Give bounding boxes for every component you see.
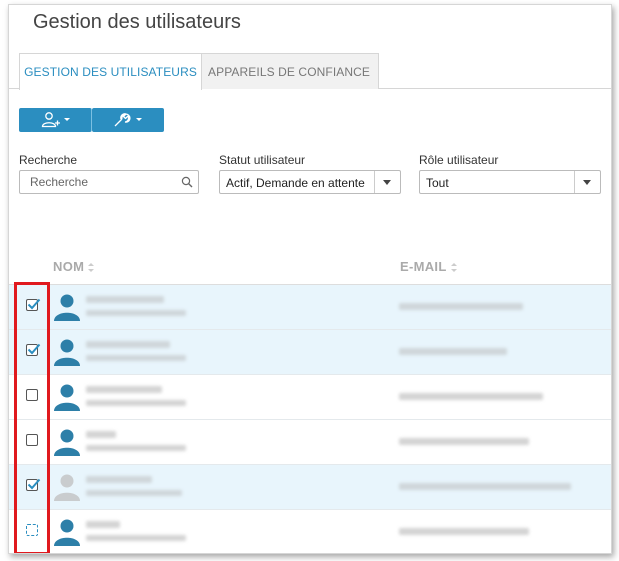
user-name-redacted [86, 296, 164, 303]
tab-trusted-devices[interactable]: APPAREILS DE CONFIANCE [200, 53, 379, 89]
status-filter-value: Actif, Demande en attente [226, 176, 365, 190]
row-select-checkbox[interactable] [26, 524, 38, 536]
role-filter-select[interactable]: Tout [419, 170, 601, 194]
sort-icon [88, 262, 95, 273]
search-input[interactable] [30, 174, 175, 190]
avatar [52, 516, 82, 546]
table-row[interactable] [9, 285, 611, 330]
user-email-redacted [399, 483, 571, 490]
table-row[interactable] [9, 375, 611, 420]
user-email-redacted [399, 303, 523, 310]
user-subtitle-redacted [86, 445, 186, 451]
user-avatar-icon [54, 429, 80, 456]
search-icon[interactable] [181, 176, 193, 188]
user-name-redacted [86, 476, 152, 483]
role-filter-value: Tout [426, 176, 449, 190]
user-avatar-icon [54, 474, 80, 501]
user-subtitle-redacted [86, 490, 182, 496]
chevron-down-icon [383, 180, 391, 185]
row-select-checkbox[interactable] [26, 434, 38, 446]
row-select-checkbox[interactable] [26, 389, 38, 401]
user-name-redacted [86, 431, 116, 438]
add-user-button[interactable] [19, 108, 92, 132]
table-row[interactable] [9, 420, 611, 465]
settings-button[interactable] [92, 108, 164, 132]
avatar [52, 336, 82, 366]
sort-icon [450, 262, 457, 273]
role-filter-label: Rôle utilisateur [419, 153, 499, 167]
search-label: Recherche [19, 153, 78, 167]
user-email-redacted [399, 348, 507, 355]
avatar [52, 426, 82, 456]
avatar [52, 291, 82, 321]
user-name-redacted [86, 521, 120, 528]
table-row[interactable] [9, 465, 611, 510]
user-subtitle-redacted [86, 535, 186, 541]
tab-bar: GESTION DES UTILISATEURS APPAREILS DE CO… [19, 53, 611, 90]
column-header-email-label: E-MAIL [400, 259, 447, 274]
table-row[interactable] [9, 510, 611, 553]
page-title: Gestion des utilisateurs [33, 11, 241, 33]
user-name-redacted [86, 386, 162, 393]
role-dropdown-toggle[interactable] [574, 171, 600, 193]
checkmark-icon [27, 298, 41, 310]
chevron-down-icon [583, 180, 591, 185]
avatar [52, 471, 82, 501]
table-row[interactable] [9, 330, 611, 375]
tab-user-management[interactable]: GESTION DES UTILISATEURS [19, 53, 202, 90]
user-name-redacted [86, 341, 170, 348]
user-email-redacted [399, 438, 529, 445]
add-user-icon [41, 112, 70, 128]
user-email-redacted [399, 528, 529, 535]
status-filter-label: Statut utilisateur [219, 153, 306, 167]
user-subtitle-redacted [86, 310, 186, 316]
user-avatar-icon [54, 294, 80, 321]
row-select-checkbox[interactable] [26, 478, 41, 491]
user-subtitle-redacted [86, 400, 186, 406]
checkmark-icon [27, 478, 41, 490]
user-email-redacted [399, 393, 543, 400]
checkmark-icon [27, 343, 41, 355]
column-header-name[interactable]: NOM [53, 259, 95, 274]
row-select-checkbox[interactable] [26, 343, 41, 356]
status-dropdown-toggle[interactable] [374, 171, 400, 193]
user-subtitle-redacted [86, 355, 186, 361]
row-select-checkbox[interactable] [26, 298, 41, 311]
status-filter-select[interactable]: Actif, Demande en attente [219, 170, 401, 194]
avatar [52, 381, 82, 411]
user-avatar-icon [54, 339, 80, 366]
wrench-icon [114, 113, 142, 127]
user-avatar-icon [54, 384, 80, 411]
column-header-name-label: NOM [53, 259, 85, 274]
user-management-panel: Gestion des utilisateurs GESTION DES UTI… [8, 4, 612, 554]
column-header-email[interactable]: E-MAIL [400, 259, 457, 274]
user-avatar-icon [54, 519, 80, 546]
search-field [19, 170, 199, 194]
